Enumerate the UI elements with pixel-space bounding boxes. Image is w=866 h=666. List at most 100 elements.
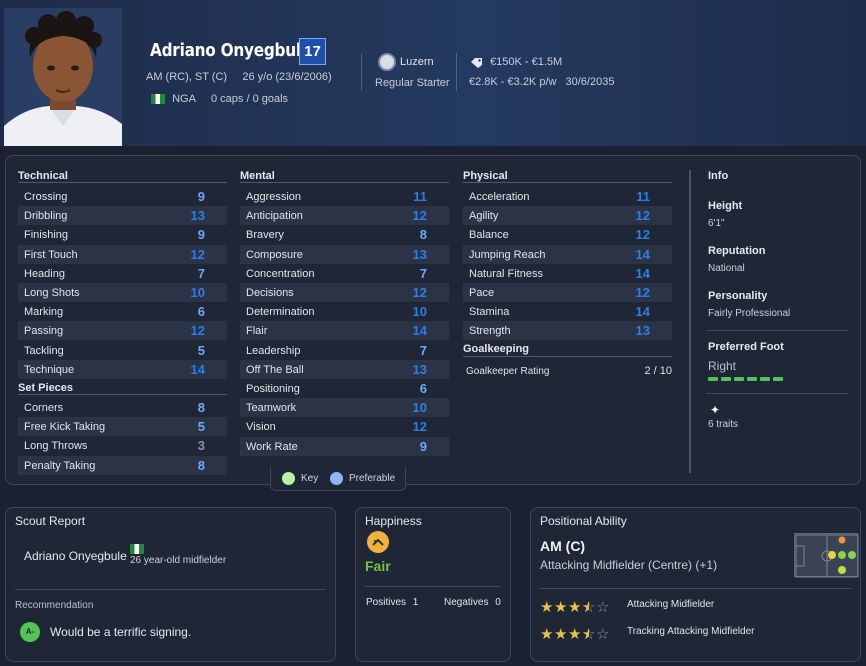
attribute-value: 12 <box>412 208 427 224</box>
attribute-row[interactable]: Penalty Taking 8 <box>18 455 227 475</box>
info-separator <box>706 330 848 331</box>
attribute-row[interactable]: Pace 12 <box>463 283 672 302</box>
info-divider <box>689 170 691 473</box>
attribute-row[interactable]: Stamina 14 <box>463 302 672 321</box>
attribute-row[interactable]: Balance 12 <box>463 225 672 244</box>
attribute-row[interactable]: Technique 14 <box>18 359 227 379</box>
scout-report-title: Scout Report <box>15 514 86 528</box>
attribute-value: 13 <box>412 361 427 377</box>
contract-end: 30/6/2035 <box>565 76 615 88</box>
price-tag-icon <box>471 57 482 68</box>
club-crest-icon[interactable] <box>378 53 396 71</box>
attribute-value: 11 <box>636 189 650 204</box>
pitch-position-map[interactable] <box>794 533 859 578</box>
attribute-name: Acceleration <box>469 191 530 203</box>
recommendation-text: Would be a terrific signing. <box>50 625 192 639</box>
attribute-row[interactable]: Passing 12 <box>18 321 227 341</box>
scout-player-name[interactable]: Adriano Onyegbule <box>24 549 127 563</box>
attribute-row[interactable]: Dribbling 13 <box>18 206 227 226</box>
attribute-value: 8 <box>197 400 205 415</box>
attribute-row[interactable]: Determination 10 <box>240 302 449 321</box>
attribute-name: Vision <box>246 421 276 434</box>
attribute-row[interactable]: Corners 8 <box>18 398 227 417</box>
attribute-row[interactable]: Concentration 7 <box>240 264 449 283</box>
attribute-row[interactable]: Decisions 12 <box>240 283 449 302</box>
attribute-row[interactable]: First Touch 12 <box>18 244 227 264</box>
attribute-value: 9 <box>197 227 205 243</box>
attribute-row[interactable]: Heading 7 <box>18 264 227 283</box>
role-name[interactable]: Tracking Attacking Midfielder <box>627 626 754 637</box>
attribute-row[interactable]: Acceleration 11 <box>463 187 672 206</box>
role-name[interactable]: Attacking Midfielder <box>627 599 714 610</box>
attribute-row[interactable]: Off The Ball 13 <box>240 359 449 379</box>
attribute-row[interactable]: Marking 6 <box>18 302 227 321</box>
player-profile: Adriano Onyegbule 17 AM (RC), ST (C) 26 … <box>0 0 866 666</box>
attribute-value: 6 <box>419 381 427 396</box>
traits-count[interactable]: 6 traits <box>708 419 738 430</box>
attribute-name: Positioning <box>246 383 300 395</box>
negatives[interactable]: Negatives 0 <box>444 597 501 608</box>
goalkeeper-rating-label: Goalkeeper Rating <box>466 366 550 377</box>
attribute-name: Finishing <box>24 229 69 242</box>
nationality[interactable]: NGA <box>151 93 196 105</box>
attribute-name: Long Shots <box>24 287 80 299</box>
positives[interactable]: Positives 1 <box>366 597 418 608</box>
attribute-row[interactable]: Crossing 9 <box>18 187 227 206</box>
player-name: Adriano Onyegbule <box>150 40 311 61</box>
header-underline <box>463 182 672 183</box>
info-separator <box>706 393 848 394</box>
attribute-value: 7 <box>419 265 427 281</box>
attribute-row[interactable]: Jumping Reach 14 <box>463 244 672 264</box>
attribute-value: 14 <box>635 304 650 320</box>
club-name[interactable]: Luzern <box>400 56 434 68</box>
attribute-value: 14 <box>635 246 650 262</box>
star-icon: ★ <box>540 626 553 643</box>
attribute-row[interactable]: Long Shots 10 <box>18 283 227 302</box>
attribute-name: Stamina <box>469 306 510 319</box>
attribute-name: Work Rate <box>246 440 298 453</box>
attribute-value: 12 <box>635 227 650 243</box>
attribute-row[interactable]: Positioning 6 <box>240 379 449 398</box>
attribute-row[interactable]: Long Throws 3 <box>18 436 227 455</box>
attribute-name: Tackling <box>24 344 64 357</box>
attribute-name: Teamwork <box>246 402 297 415</box>
happiness-status: Fair <box>365 558 391 574</box>
attribute-row[interactable]: Bravery 8 <box>240 225 449 244</box>
attribute-name: Free Kick Taking <box>24 421 106 434</box>
attribute-value: 5 <box>197 342 205 358</box>
mental-header: Mental <box>240 170 275 182</box>
attribute-row[interactable]: Leadership 7 <box>240 341 449 360</box>
foot-bar-segment <box>721 377 731 381</box>
attribute-row[interactable]: Anticipation 12 <box>240 206 449 226</box>
positional-separator <box>540 588 851 589</box>
attribute-row[interactable]: Work Rate 9 <box>240 436 449 456</box>
wage: €2.8K - €3.2K p/w <box>469 76 557 88</box>
physical-header: Physical <box>463 170 508 182</box>
value-row: €150K - €1.5M <box>470 56 562 68</box>
header-underline <box>463 356 672 357</box>
negatives-count: 0 <box>495 597 501 608</box>
attribute-row[interactable]: Tackling 5 <box>18 341 227 360</box>
attribute-row[interactable]: Composure 13 <box>240 244 449 264</box>
attribute-name: Concentration <box>246 267 315 280</box>
attribute-row[interactable]: Free Kick Taking 5 <box>18 417 227 437</box>
attribute-row[interactable]: Vision 12 <box>240 417 449 436</box>
attribute-row[interactable]: Flair 14 <box>240 321 449 341</box>
attribute-row[interactable]: Strength 13 <box>463 321 672 341</box>
recommendation-label: Recommendation <box>15 600 94 611</box>
header-underline <box>18 394 227 395</box>
foot-bar-segment <box>773 377 783 381</box>
star-icon: ☆ <box>596 626 609 643</box>
attribute-row[interactable]: Finishing 9 <box>18 225 227 244</box>
attribute-row[interactable]: Natural Fitness 14 <box>463 264 672 283</box>
attribute-row[interactable]: Aggression 11 <box>240 187 449 206</box>
positives-label: Positives <box>366 597 407 608</box>
attribute-row[interactable]: Agility 12 <box>463 206 672 226</box>
scout-player-desc: 26 year-old midfielder <box>130 555 227 566</box>
happiness-separator <box>365 586 501 587</box>
best-role: Attacking Midfielder (Centre) (+1) <box>540 558 718 572</box>
attribute-row[interactable]: Teamwork 10 <box>240 398 449 418</box>
attribute-name: Composure <box>246 248 303 261</box>
attribute-value: 8 <box>197 457 205 473</box>
legend: Key Preferable <box>270 467 406 491</box>
